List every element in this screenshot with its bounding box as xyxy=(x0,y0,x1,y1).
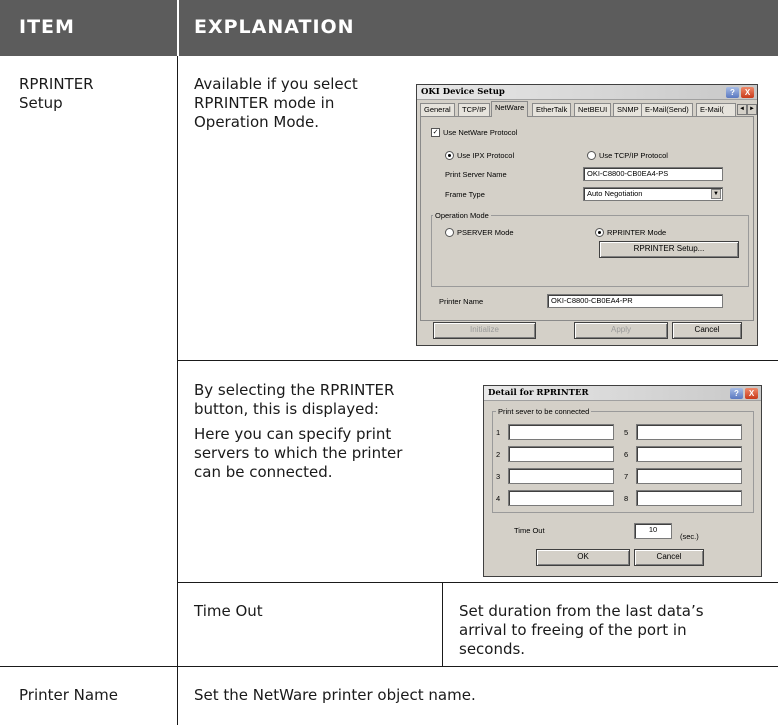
frame-type-label: Frame Type xyxy=(445,190,485,199)
timeout-field-label: Time Out xyxy=(514,526,545,535)
chevron-down-icon[interactable]: ▼ xyxy=(711,189,721,199)
netware-tab-panel: ✓ Use NetWare Protocol Use IPX Protocol … xyxy=(420,116,754,321)
server-number-5: 5 xyxy=(624,428,629,437)
print-server-explanation: Here you can specify print servers to wh… xyxy=(194,425,402,482)
header-item: ITEM xyxy=(19,16,75,38)
ok-button[interactable]: OK xyxy=(536,549,630,566)
server-field-2[interactable] xyxy=(508,446,614,462)
print-server-group-title: Print sever to be connected xyxy=(496,407,592,416)
row-divider-image1 xyxy=(177,360,778,361)
tab-scroll-right-icon[interactable]: ► xyxy=(747,104,757,115)
item-line: Setup xyxy=(19,94,63,112)
table-header: ITEM EXPLANATION xyxy=(0,0,778,56)
timeout-unit: (sec.) xyxy=(680,532,699,541)
text-line: servers to which the printer xyxy=(194,444,403,462)
server-number-7: 7 xyxy=(624,472,629,481)
printer-name-label: Printer Name xyxy=(439,297,484,306)
timeout-label: Time Out xyxy=(194,602,263,620)
server-field-8[interactable] xyxy=(636,490,742,506)
text-line: button, this is displayed: xyxy=(194,400,379,418)
text-line: can be connected. xyxy=(194,463,333,481)
rprinter-mode-radio[interactable] xyxy=(595,228,604,237)
text-line: arrival to freeing of the port in xyxy=(459,621,687,639)
pserver-mode-label: PSERVER Mode xyxy=(457,228,514,237)
help-button[interactable]: ? xyxy=(726,87,739,98)
item-printer-name: Printer Name xyxy=(19,686,118,704)
text-line: Set duration from the last data’s xyxy=(459,602,704,620)
tab-email-send[interactable]: E-Mail(Send) xyxy=(641,103,693,116)
detail-dialog-titlebar: Detail for RPRINTER ? X xyxy=(484,386,761,401)
tab-netbeui[interactable]: NetBEUI xyxy=(574,103,612,116)
detail-cancel-button[interactable]: Cancel xyxy=(634,549,704,566)
timeout-description: Set duration from the last data’s arriva… xyxy=(459,602,704,659)
text-line: Here you can specify print xyxy=(194,425,392,443)
printer-name-input[interactable]: OKI-C8800-CB0EA4-PR xyxy=(547,294,723,308)
cancel-button[interactable]: Cancel xyxy=(672,322,742,339)
use-tcpip-label: Use TCP/IP Protocol xyxy=(599,151,668,160)
rprinter-availability-text: Available if you select RPRINTER mode in… xyxy=(194,75,358,132)
print-server-name-input[interactable]: OKI-C8800-CB0EA4-PS xyxy=(583,167,723,181)
close-button[interactable]: X xyxy=(741,87,754,98)
frame-type-value: Auto Negotiation xyxy=(587,189,643,198)
header-explanation: EXPLANATION xyxy=(194,16,355,38)
detail-close-button[interactable]: X xyxy=(745,388,758,399)
server-field-7[interactable] xyxy=(636,468,742,484)
rprinter-mode-label: RPRINTER Mode xyxy=(607,228,667,237)
tab-tcpip[interactable]: TCP/IP xyxy=(458,103,491,116)
col-divider-main xyxy=(177,56,178,725)
pserver-mode-radio[interactable] xyxy=(445,228,454,237)
use-tcpip-radio[interactable] xyxy=(587,151,596,160)
use-ipx-radio[interactable] xyxy=(445,151,454,160)
server-number-6: 6 xyxy=(624,450,629,459)
server-field-6[interactable] xyxy=(636,446,742,462)
server-number-1: 1 xyxy=(496,428,501,437)
server-number-4: 4 xyxy=(496,494,501,503)
timeout-input[interactable]: 10 xyxy=(634,523,672,539)
rprinter-setup-button[interactable]: RPRINTER Setup... xyxy=(599,241,739,258)
tab-general[interactable]: General xyxy=(420,103,455,116)
printer-name-description: Set the NetWare printer object name. xyxy=(194,686,476,704)
detail-help-button[interactable]: ? xyxy=(730,388,743,399)
use-ipx-label: Use IPX Protocol xyxy=(457,151,515,160)
operation-mode-title: Operation Mode xyxy=(433,211,491,220)
rprinter-button-text: By selecting the RPRINTER button, this i… xyxy=(194,381,394,419)
frame-type-select[interactable]: Auto Negotiation ▼ xyxy=(583,187,723,201)
server-field-3[interactable] xyxy=(508,468,614,484)
server-field-1[interactable] xyxy=(508,424,614,440)
text-line: seconds. xyxy=(459,640,526,658)
item-rprinter-setup: RPRINTER Setup xyxy=(19,75,94,113)
server-number-8: 8 xyxy=(624,494,629,503)
tab-snmp[interactable]: SNMP xyxy=(613,103,643,116)
tab-netware[interactable]: NetWare xyxy=(491,101,529,117)
header-divider xyxy=(177,0,179,56)
apply-button[interactable]: Apply xyxy=(574,322,668,339)
item-line: RPRINTER xyxy=(19,75,94,93)
text-line: By selecting the RPRINTER xyxy=(194,381,395,399)
row-divider-image2 xyxy=(177,582,778,583)
row-divider-printer-name xyxy=(0,666,778,667)
server-field-4[interactable] xyxy=(508,490,614,506)
dialog-title: OKI Device Setup xyxy=(421,87,505,97)
text-line: RPRINTER mode in xyxy=(194,94,335,112)
tab-scroll-left-icon[interactable]: ◄ xyxy=(737,104,747,115)
text-line: Available if you select xyxy=(194,75,358,93)
print-server-name-label: Print Server Name xyxy=(445,170,507,179)
tab-email-receive[interactable]: E-Mail( xyxy=(696,103,736,116)
server-number-2: 2 xyxy=(496,450,501,459)
server-field-5[interactable] xyxy=(636,424,742,440)
detail-dialog-title: Detail for RPRINTER xyxy=(488,388,589,398)
tab-ethertalk[interactable]: EtherTalk xyxy=(532,103,572,116)
detail-for-rprinter-dialog: Detail for RPRINTER ? X Print sever to b… xyxy=(483,385,762,577)
oki-device-setup-dialog: OKI Device Setup ? X General TCP/IP NetW… xyxy=(416,84,758,346)
initialize-button[interactable]: Initialize xyxy=(433,322,536,339)
text-line: Operation Mode. xyxy=(194,113,320,131)
server-number-3: 3 xyxy=(496,472,501,481)
use-netware-label: Use NetWare Protocol xyxy=(443,128,518,137)
use-netware-checkbox[interactable]: ✓ xyxy=(431,128,440,137)
col-divider-timeout xyxy=(442,582,443,666)
dialog-titlebar: OKI Device Setup ? X xyxy=(417,85,757,100)
